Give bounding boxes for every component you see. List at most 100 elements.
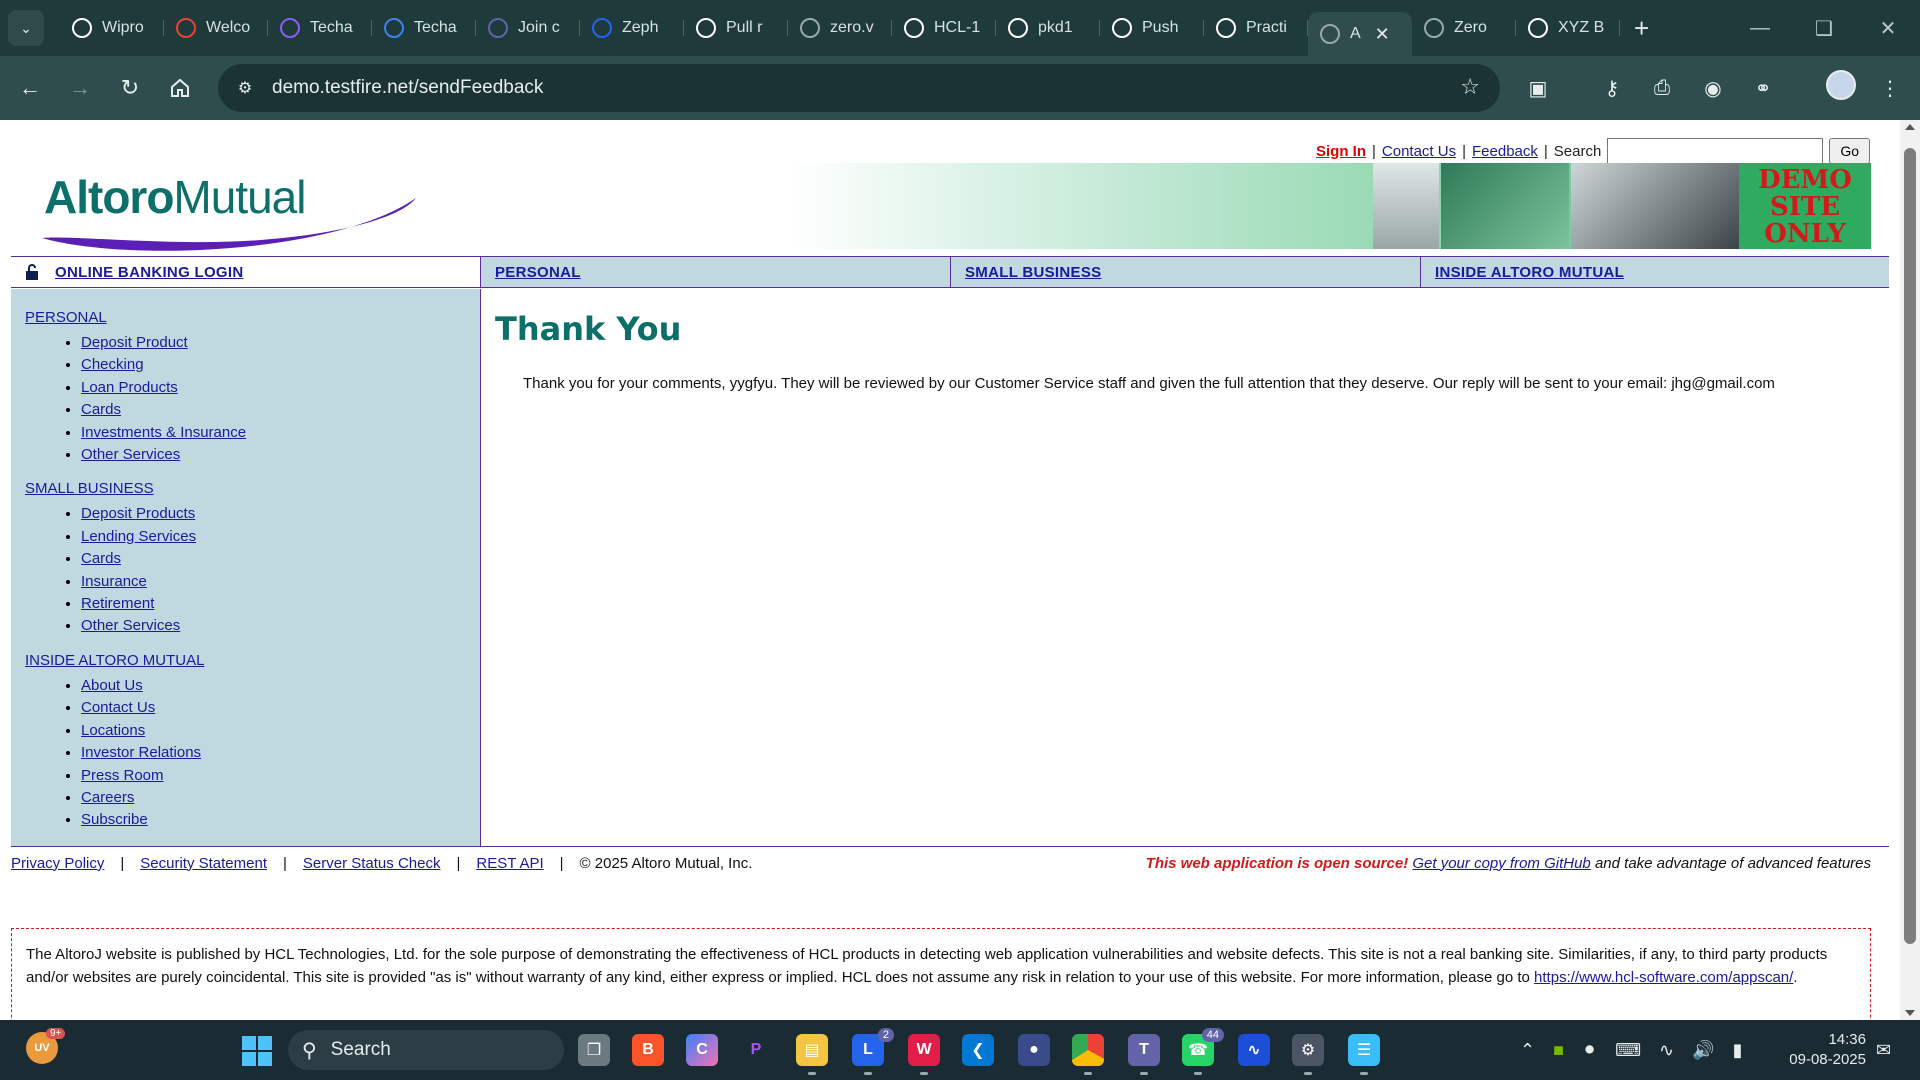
wps-office-icon[interactable]: W [908,1034,940,1075]
browser-tab[interactable]: Pull r [684,8,788,48]
sidebar-link[interactable]: Careers [81,789,134,806]
url-text[interactable]: demo.testfire.net/sendFeedback [272,77,543,99]
eclipse-icon[interactable]: ● [1018,1034,1050,1066]
battery-icon[interactable]: ▮ [1733,1040,1743,1061]
site-info-icon[interactable]: ⚙ [230,73,260,103]
notepad-icon[interactable]: ☰ [1348,1034,1380,1075]
scroll-up-arrow-icon[interactable] [1905,124,1915,130]
sidebar-link[interactable]: Investor Relations [81,744,201,761]
github-link[interactable]: Get your copy from GitHub [1412,855,1590,872]
sidebar-link[interactable]: Subscribe [81,811,148,828]
scroll-thumb[interactable] [1904,148,1916,944]
browser-tab[interactable]: XYZ B [1516,8,1620,48]
minimize-button[interactable]: — [1728,0,1792,56]
chrome-icon[interactable] [1072,1034,1104,1075]
server-status-link[interactable]: Server Status Check [303,855,441,872]
sidebar-link[interactable]: Retirement [81,595,154,612]
browser-tab[interactable]: Push [1100,8,1204,48]
chevron-up-icon[interactable]: ⌃ [1520,1040,1535,1061]
vscode-icon[interactable]: ❮ [962,1034,994,1066]
back-button[interactable]: ← [12,70,48,106]
close-tab-icon[interactable]: ✕ [1375,24,1390,45]
sidebar-link[interactable]: Contact Us [81,699,155,716]
nav-personal[interactable]: PERSONAL [481,257,951,287]
browser-tab[interactable]: pkd1 [996,8,1100,48]
rest-api-link[interactable]: REST API [476,855,543,872]
taskbar-clock[interactable]: 14:36 09-08-2025 [1786,1030,1866,1070]
file-explorer-icon[interactable]: ▤ [796,1034,828,1075]
sidebar-link[interactable]: About Us [81,677,143,694]
search-input[interactable] [1607,138,1824,164]
sidebar-section-title[interactable]: PERSONAL [25,309,480,326]
sidebar-section-title[interactable]: SMALL BUSINESS [25,480,480,497]
sidebar-link[interactable]: Cards [81,550,121,567]
browser-tab[interactable]: Join c [476,8,580,48]
security-statement-link[interactable]: Security Statement [140,855,267,872]
teams-icon[interactable]: T [1128,1034,1160,1075]
browser-tab[interactable]: Techa [372,8,476,48]
new-tab-button[interactable]: + [1634,13,1649,44]
altoro-logo[interactable]: AltoroMutual [36,154,426,254]
nav-personal-link[interactable]: PERSONAL [495,264,581,281]
wifi-icon[interactable]: ∿ [1659,1040,1674,1061]
picsart-icon[interactable]: P [740,1034,772,1066]
browser-tab[interactable]: Wipro [60,8,164,48]
sidebar-link[interactable]: Checking [81,356,144,373]
lens-app-icon[interactable]: L2 [852,1028,894,1075]
privacy-policy-link[interactable]: Privacy Policy [11,855,104,872]
sidebar-section-title[interactable]: INSIDE ALTORO MUTUAL [25,652,480,669]
scroll-down-arrow-icon[interactable] [1905,1010,1915,1016]
brave-browser-icon[interactable]: B [632,1034,664,1066]
browser-tab[interactable]: Zero [1412,8,1516,48]
sidebar-link[interactable]: Cards [81,401,121,418]
profile-avatar[interactable] [1826,70,1856,100]
sidebar-link[interactable]: Investments & Insurance [81,424,246,441]
hcl-appscan-link[interactable]: https://www.hcl-software.com/appscan/ [1534,969,1793,986]
sidebar-link[interactable]: Deposit Products [81,505,195,522]
reload-button[interactable]: ↻ [112,70,148,106]
start-windows-icon[interactable] [242,1036,272,1066]
screenshot-icon[interactable]: ◉ [1697,72,1729,104]
copilot-icon[interactable]: C [686,1034,718,1066]
go-button[interactable]: Go [1829,138,1870,164]
forward-button[interactable]: → [62,70,98,106]
sidebar-link[interactable]: Press Room [81,767,164,784]
microphone-icon[interactable]: ⚫ [1582,1040,1597,1061]
home-button[interactable] [162,70,198,106]
sidebar-link[interactable]: Lending Services [81,528,196,545]
nav-small-business-link[interactable]: SMALL BUSINESS [965,264,1101,281]
browser-tab[interactable]: Techa [268,8,372,48]
share-link-icon[interactable]: ⚭ [1747,72,1779,104]
sidebar-link[interactable]: Insurance [81,573,147,590]
sidebar-link[interactable]: Loan Products [81,379,178,396]
address-bar[interactable]: ⚙ demo.testfire.net/sendFeedback ☆ [218,64,1500,112]
task-view-icon[interactable]: ❐ [578,1034,610,1066]
sidebar-link[interactable]: Other Services [81,617,180,634]
settings-gear-icon[interactable]: ⚙ [1292,1034,1324,1075]
maximize-button[interactable]: ❑ [1792,0,1856,56]
keyboard-icon[interactable]: ⌨ [1615,1040,1641,1061]
bookmark-star-icon[interactable]: ☆ [1460,74,1480,100]
sidebar-link[interactable]: Locations [81,722,145,739]
tab-search-button[interactable]: ⌄ [8,10,44,46]
print-icon[interactable]: ⎙ [1646,72,1678,104]
notifications-bell-icon[interactable]: ✉ [1876,1040,1891,1061]
monitor-app-icon[interactable]: ∿ [1238,1034,1270,1066]
browser-tab[interactable]: HCL-1 [892,8,996,48]
nvidia-icon[interactable]: ■ [1553,1040,1564,1061]
menu-kebab-icon[interactable]: ⋮ [1874,72,1906,104]
close-window-button[interactable]: ✕ [1856,0,1920,56]
sidebar-link[interactable]: Other Services [81,446,180,463]
browser-tab[interactable]: Zeph [580,8,684,48]
whatsapp-icon[interactable]: ☎ 44 [1182,1028,1224,1075]
nav-inside-link[interactable]: INSIDE ALTORO MUTUAL [1435,264,1624,281]
browser-tab[interactable]: zero.v [788,8,892,48]
browser-tab[interactable]: Practi [1204,8,1308,48]
nav-online-banking-login[interactable]: ONLINE BANKING LOGIN [11,257,481,287]
contact-us-link[interactable]: Contact Us [1382,143,1456,160]
volume-icon[interactable]: 🔊 [1692,1040,1714,1061]
password-key-icon[interactable]: ⚷ [1596,72,1628,104]
browser-tab[interactable]: A ✕ [1308,12,1412,56]
nav-small-business[interactable]: SMALL BUSINESS [951,257,1421,287]
feedback-link[interactable]: Feedback [1472,143,1538,160]
